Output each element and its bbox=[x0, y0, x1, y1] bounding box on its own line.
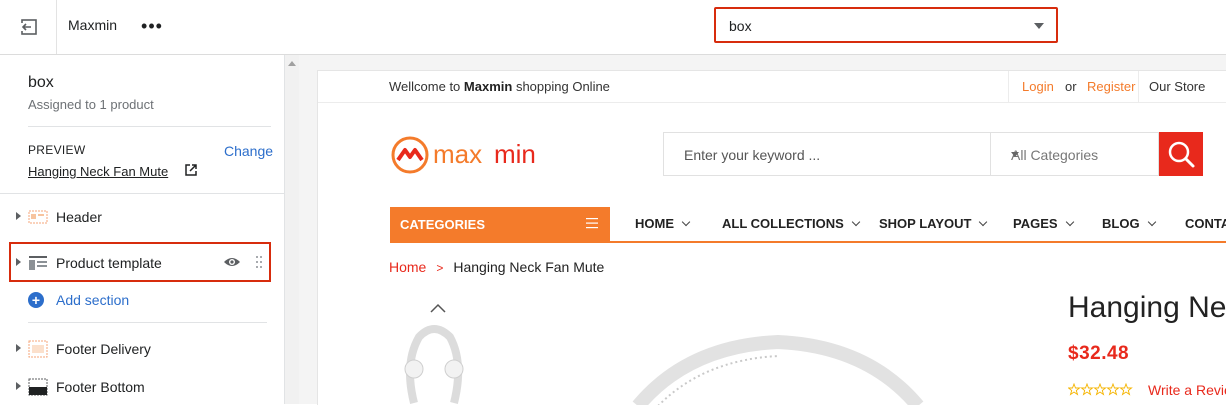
exit-icon bbox=[21, 19, 37, 35]
section-footer-delivery[interactable]: Footer Delivery bbox=[0, 334, 284, 364]
our-store-link[interactable]: Our Store bbox=[1138, 71, 1226, 102]
login-link[interactable]: Login bbox=[1022, 79, 1054, 94]
logo-text-min: min bbox=[494, 139, 536, 169]
shop-topbar: Wellcome to Maxmin shopping Online Login… bbox=[318, 71, 1226, 103]
section-label: Header bbox=[56, 209, 102, 225]
logo-text-max: max bbox=[433, 139, 483, 169]
category-select[interactable]: All Categories bbox=[990, 133, 1161, 175]
more-actions-button[interactable]: ••• bbox=[140, 14, 164, 38]
template-select-value: box bbox=[729, 18, 752, 34]
chevron-down-icon bbox=[979, 217, 988, 227]
divider bbox=[28, 322, 267, 323]
hamburger-icon bbox=[586, 218, 598, 229]
section-label: Footer Delivery bbox=[56, 341, 151, 357]
categories-button[interactable]: CATEGORIES bbox=[390, 207, 610, 241]
preview-label: PREVIEW bbox=[28, 143, 86, 157]
chevron-down-icon bbox=[681, 217, 691, 227]
our-store-label: Our Store bbox=[1149, 79, 1206, 94]
chevron-down-icon bbox=[851, 217, 861, 227]
template-select[interactable]: box bbox=[714, 7, 1058, 43]
editor-topbar: Maxmin ••• box bbox=[0, 0, 1226, 55]
scroll-up-icon[interactable] bbox=[288, 61, 296, 66]
shop-search: Enter your keyword ... All Categories bbox=[663, 132, 1159, 176]
template-title: box bbox=[28, 74, 54, 91]
template-assignment: Assigned to 1 product bbox=[28, 97, 154, 112]
rating-stars-icon bbox=[1068, 383, 1133, 396]
chevron-down-icon bbox=[1065, 217, 1074, 227]
breadcrumb-separator: > bbox=[436, 261, 444, 275]
expand-arrow-icon[interactable] bbox=[16, 212, 21, 220]
more-icon: ••• bbox=[141, 15, 163, 36]
search-button[interactable] bbox=[1159, 132, 1203, 176]
expand-arrow-icon[interactable] bbox=[16, 382, 21, 390]
storefront-preview: Wellcome to Maxmin shopping Online Login… bbox=[317, 70, 1226, 405]
header-section-icon bbox=[28, 210, 48, 224]
add-section-label: Add section bbox=[56, 292, 130, 308]
product-thumbnail[interactable] bbox=[394, 323, 474, 405]
plus-circle-icon: + bbox=[28, 292, 44, 308]
sidebar-scrollbar[interactable] bbox=[285, 55, 299, 404]
expand-arrow-icon[interactable] bbox=[16, 258, 21, 266]
divider bbox=[0, 193, 284, 194]
or-text: or bbox=[1065, 79, 1077, 94]
preview-product-link[interactable]: Hanging Neck Fan Mute bbox=[28, 164, 168, 179]
product-price: $32.48 bbox=[1068, 343, 1130, 364]
product-title: Hanging Nec bbox=[1068, 291, 1226, 324]
footer-delivery-icon bbox=[28, 340, 48, 358]
exit-button[interactable] bbox=[16, 14, 42, 40]
section-label: Footer Bottom bbox=[56, 379, 145, 395]
chevron-up-icon[interactable] bbox=[430, 303, 446, 313]
section-label: Product template bbox=[56, 255, 162, 271]
register-link[interactable]: Register bbox=[1087, 79, 1135, 94]
account-links: Login or Register bbox=[1008, 71, 1135, 102]
external-link-icon[interactable] bbox=[185, 164, 197, 176]
topbar-divider bbox=[56, 0, 57, 54]
eye-icon[interactable] bbox=[223, 256, 241, 268]
product-main-image[interactable] bbox=[628, 326, 928, 405]
divider bbox=[28, 126, 271, 127]
write-review-link[interactable]: Write a Review bbox=[1148, 382, 1226, 398]
welcome-message: Wellcome to Maxmin shopping Online bbox=[389, 79, 610, 94]
nav-contact[interactable]: CONTAC bbox=[1185, 216, 1226, 231]
expand-arrow-icon[interactable] bbox=[16, 344, 21, 352]
nav-shop-layout[interactable]: SHOP LAYOUT bbox=[879, 216, 988, 231]
footer-bottom-icon bbox=[28, 378, 48, 396]
template-section-icon bbox=[29, 256, 47, 270]
store-name[interactable]: Maxmin bbox=[68, 17, 117, 33]
drag-handle-icon[interactable] bbox=[255, 255, 263, 269]
sections-sidebar: box Assigned to 1 product PREVIEW Change… bbox=[0, 55, 285, 404]
section-product-template[interactable]: Product template bbox=[9, 242, 271, 282]
nav-blog[interactable]: BLOG bbox=[1102, 216, 1156, 231]
search-input[interactable]: Enter your keyword ... bbox=[684, 147, 820, 163]
caret-down-icon bbox=[1011, 152, 1019, 157]
nav-home[interactable]: HOME bbox=[635, 216, 691, 231]
main-menu: CATEGORIES HOME ALL COLLECTIONS SHOP LAY… bbox=[390, 207, 1226, 243]
breadcrumb-home[interactable]: Home bbox=[389, 259, 426, 275]
nav-pages[interactable]: PAGES bbox=[1013, 216, 1074, 231]
shop-logo[interactable]: max min bbox=[390, 133, 560, 175]
breadcrumb: Home > Hanging Neck Fan Mute bbox=[389, 259, 604, 275]
category-select-value: All Categories bbox=[1011, 147, 1099, 163]
section-header[interactable]: Header bbox=[0, 202, 284, 232]
search-icon bbox=[1168, 141, 1195, 168]
categories-label: CATEGORIES bbox=[400, 217, 485, 232]
section-footer-bottom[interactable]: Footer Bottom bbox=[0, 372, 284, 402]
caret-down-icon bbox=[1034, 23, 1044, 29]
change-preview-link[interactable]: Change bbox=[224, 143, 273, 159]
chevron-down-icon bbox=[1147, 217, 1156, 227]
nav-all-collections[interactable]: ALL COLLECTIONS bbox=[722, 216, 861, 231]
breadcrumb-current: Hanging Neck Fan Mute bbox=[453, 259, 605, 275]
